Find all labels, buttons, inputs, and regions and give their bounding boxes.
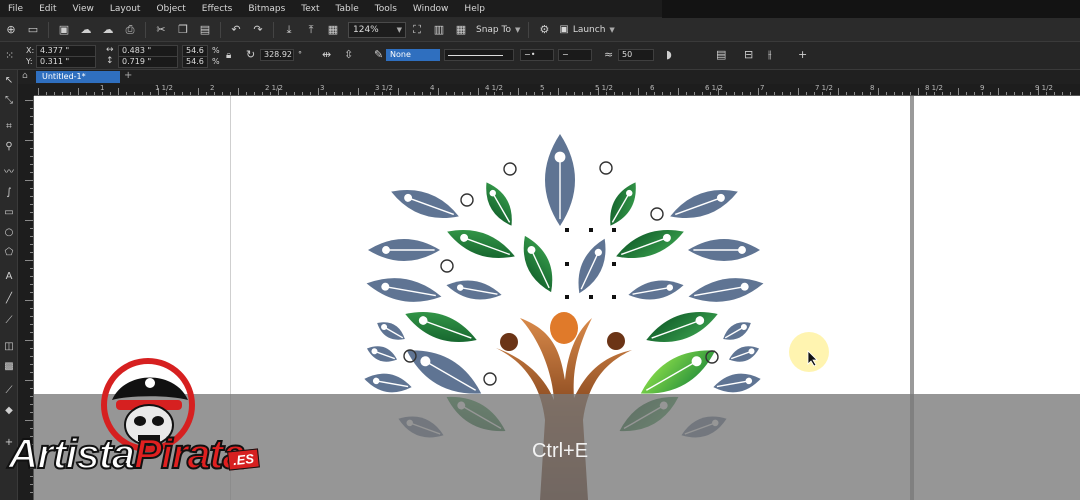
leaf[interactable] [712,370,762,396]
leaf[interactable] [570,235,613,298]
small-ring[interactable] [440,259,454,273]
selection-handle[interactable] [612,228,616,232]
tree-center-orange-dot[interactable] [550,312,578,344]
leaf[interactable] [515,231,561,296]
leaf[interactable] [374,317,409,345]
selection-handle[interactable] [589,228,593,232]
logo-wordmark: ArtistaPirata [7,429,247,478]
leaf[interactable] [642,303,722,352]
leaf[interactable] [720,317,755,345]
leaf[interactable] [666,181,741,226]
skull-eye-left [134,416,146,426]
leaf[interactable] [365,273,444,308]
selection-handle[interactable] [612,295,616,299]
leaf-dot [382,246,390,254]
small-ring[interactable] [599,161,613,175]
logo-word-artista: Artista [7,429,136,478]
selection-handle[interactable] [565,295,569,299]
logo-domain-badge: .ES [227,448,260,471]
leaf[interactable] [545,134,575,226]
leaf[interactable] [687,273,766,308]
leaf[interactable] [612,221,687,266]
small-ring[interactable] [650,207,664,221]
tree-left-dot[interactable] [500,333,518,351]
shortcut-overlay-text: Ctrl+E [531,440,589,462]
leaf[interactable] [688,239,760,261]
leaf-dot [554,151,566,163]
tree-right-dot[interactable] [607,332,625,350]
skull-eye-right [152,416,164,426]
leaf[interactable] [445,276,503,303]
skull-crossbones-icon [145,378,155,388]
small-ring[interactable] [483,372,497,386]
leaf[interactable] [443,221,518,266]
mouse-cursor-icon [807,350,818,367]
small-ring[interactable] [460,193,474,207]
selection-handle[interactable] [612,262,616,266]
leaf-dot [738,246,746,254]
leaf[interactable] [363,370,413,396]
leaf[interactable] [479,178,520,230]
selection-handle[interactable] [565,228,569,232]
leaf[interactable] [727,342,762,366]
small-ring[interactable] [503,162,517,176]
leaf[interactable] [603,178,644,230]
leaf[interactable] [627,276,685,303]
selection-handle[interactable] [589,295,593,299]
cursor-arrow [807,350,818,367]
leaf[interactable] [365,342,400,366]
leaf[interactable] [368,239,440,261]
leaf[interactable] [387,181,462,226]
selection-handle[interactable] [565,262,569,266]
leaf[interactable] [401,303,481,352]
